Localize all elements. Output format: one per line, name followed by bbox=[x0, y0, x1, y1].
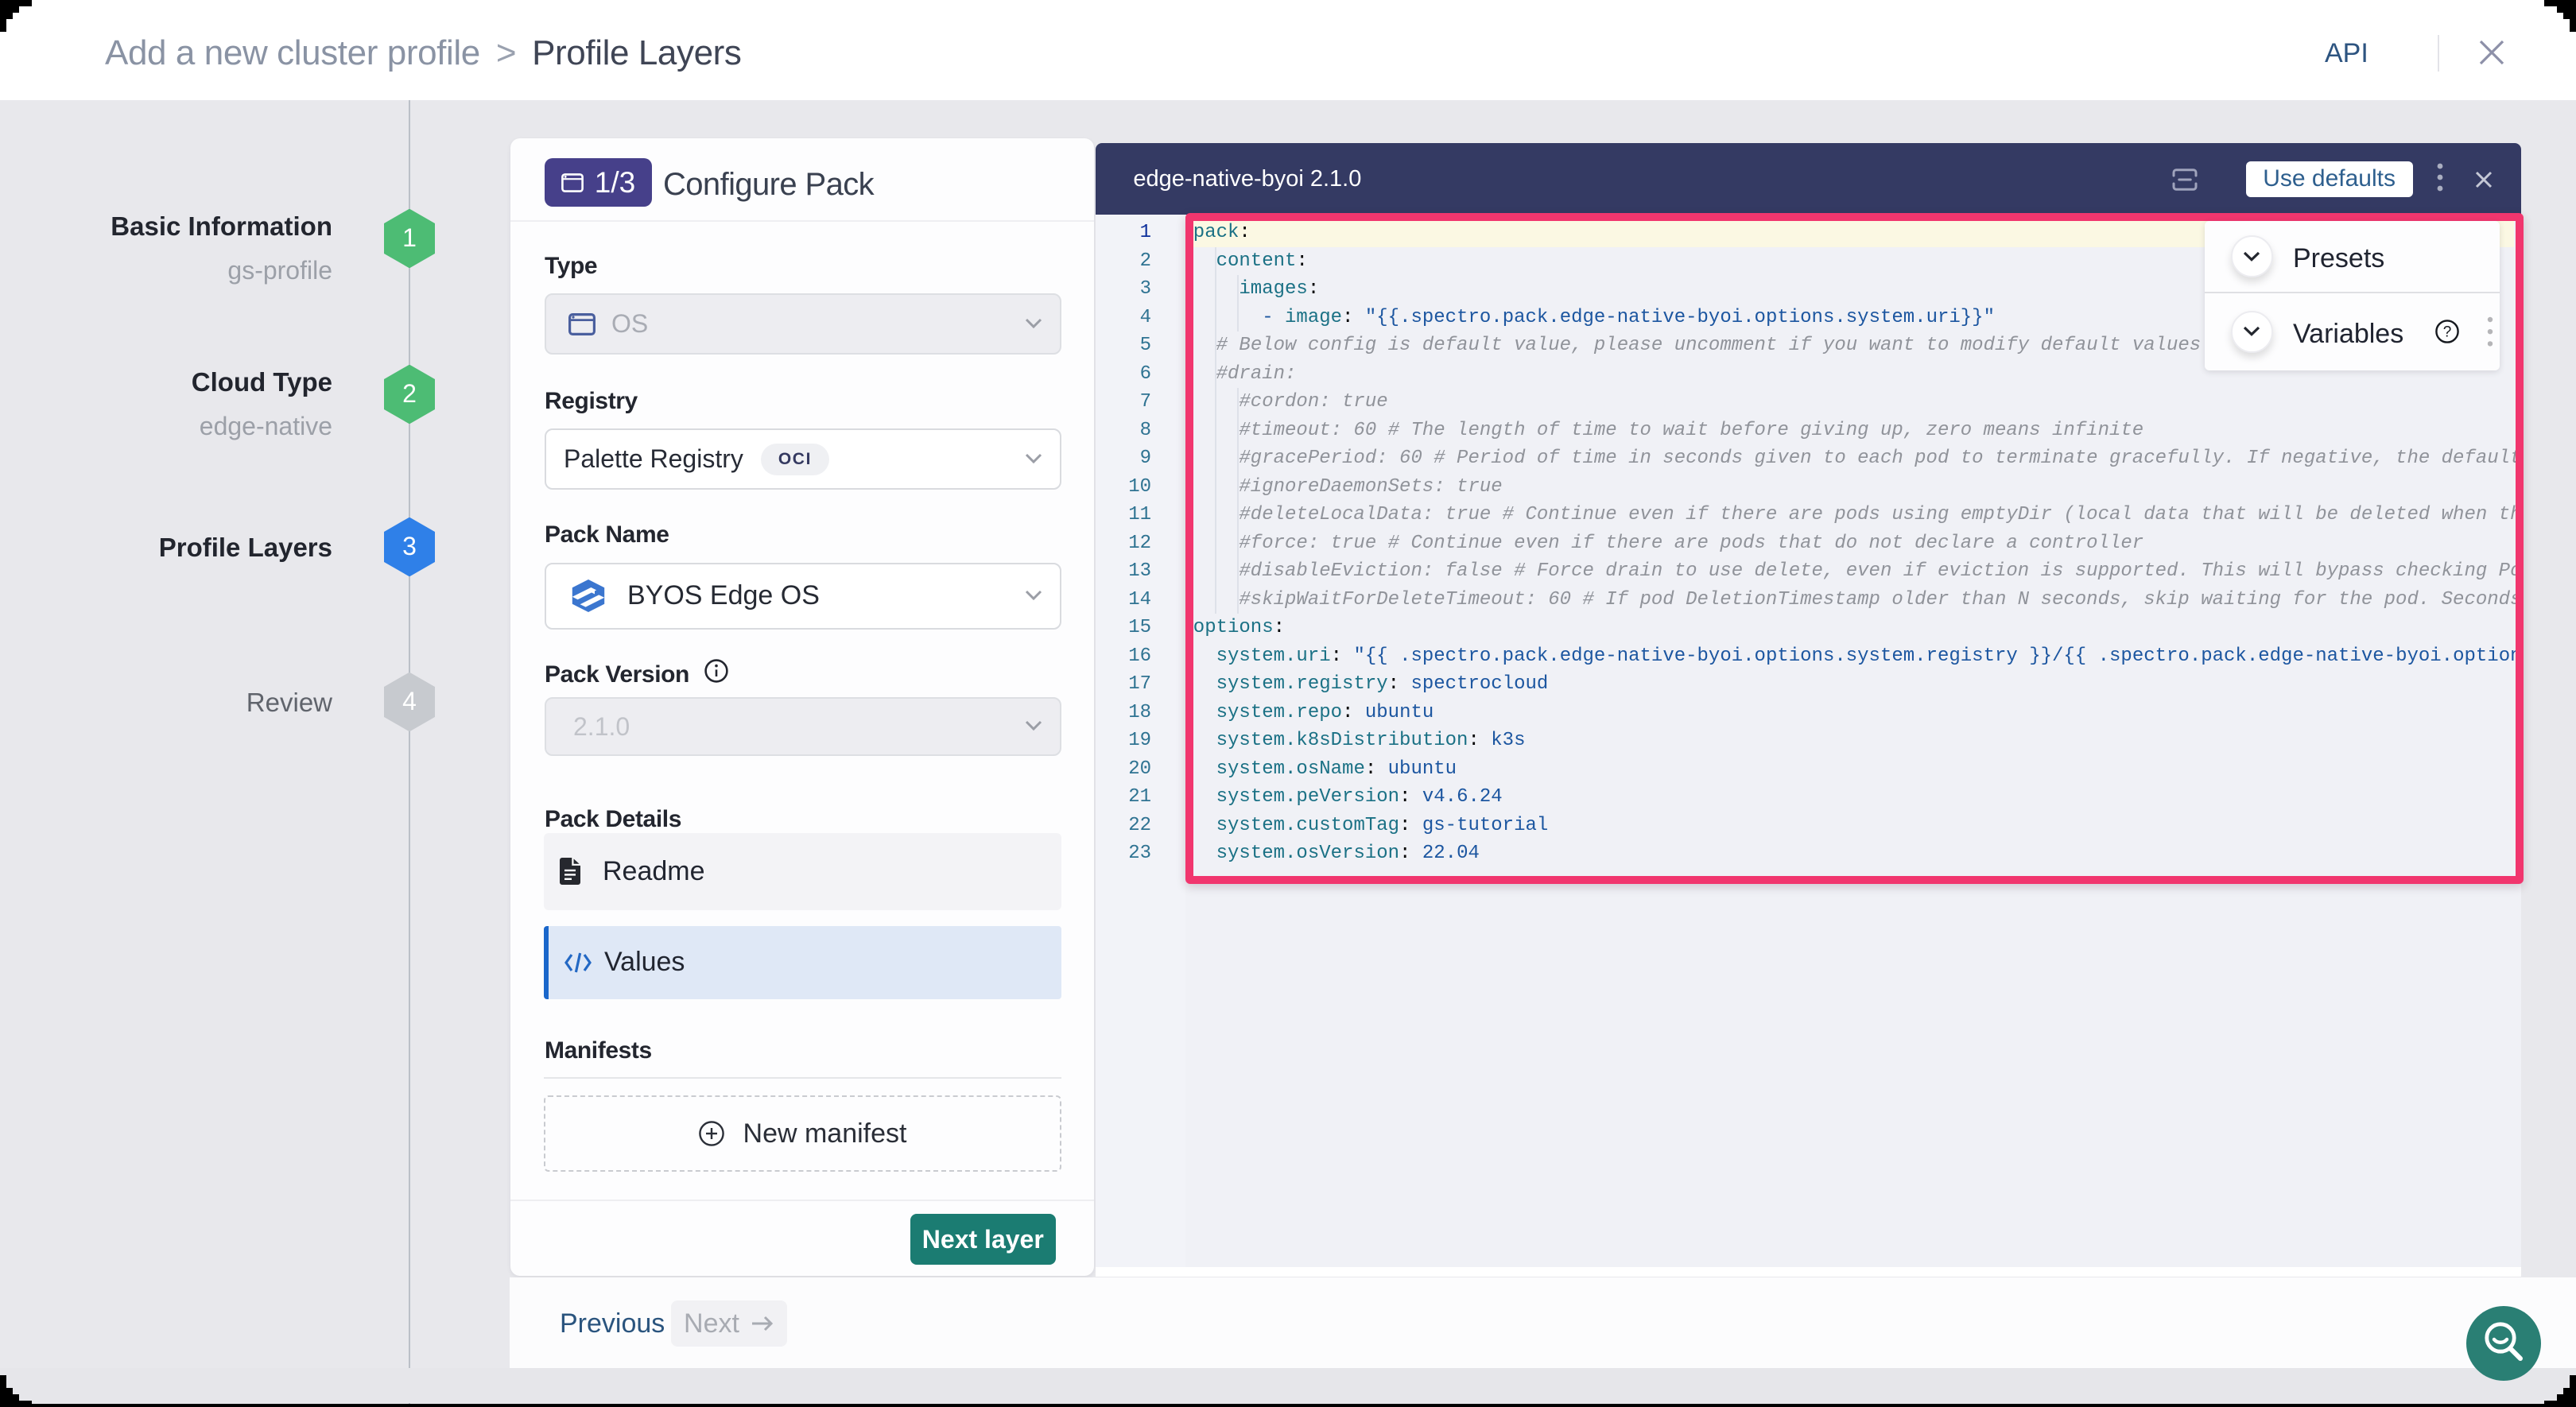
svg-text:?: ? bbox=[2443, 324, 2452, 341]
